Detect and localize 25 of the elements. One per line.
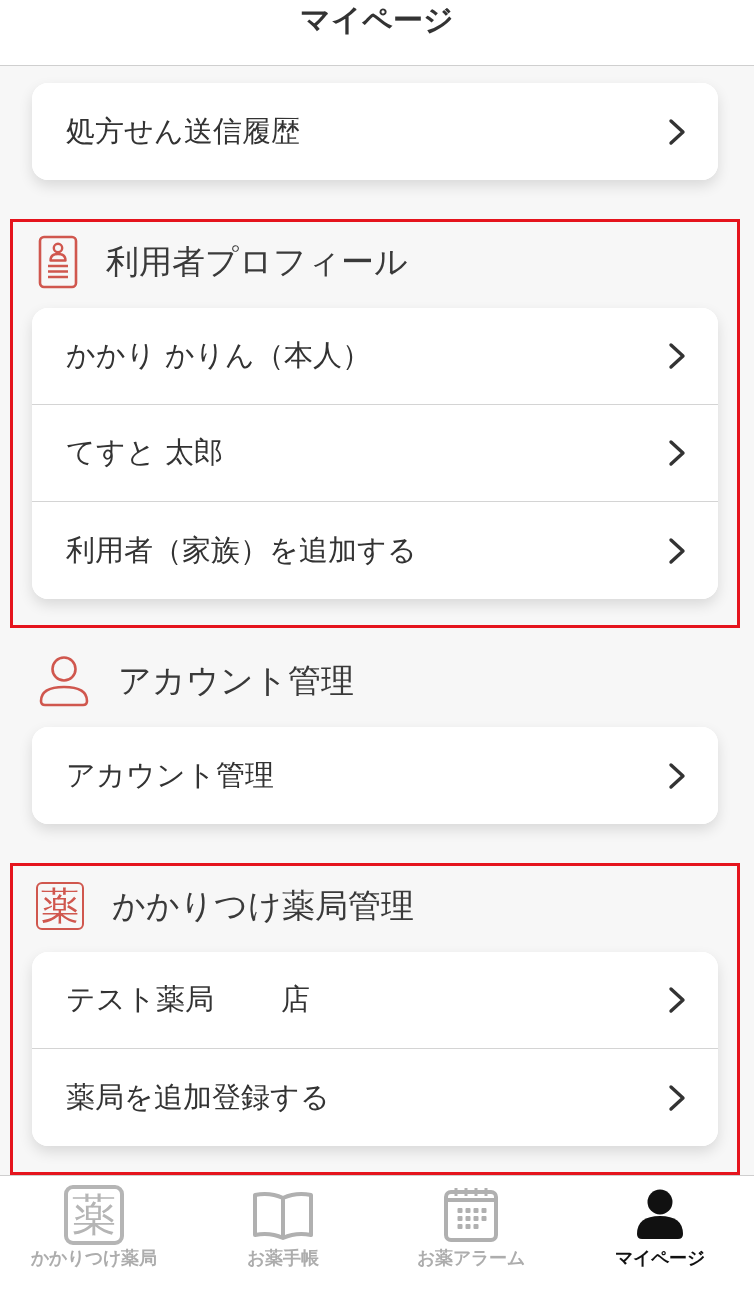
medicine-kanji-icon: 薬 bbox=[36, 882, 84, 930]
tab-item[interactable]: マイページ bbox=[565, 1176, 754, 1305]
menu-item[interactable]: 薬局を追加登録する bbox=[32, 1049, 718, 1146]
menu-item[interactable]: かかり かりん（本人） bbox=[32, 308, 718, 405]
medicine-kanji-icon: 薬 bbox=[64, 1185, 125, 1245]
menu-item[interactable]: てすと 太郎 bbox=[32, 405, 718, 502]
book-icon bbox=[251, 1190, 314, 1240]
chevron-right-icon bbox=[668, 1083, 686, 1112]
person-icon bbox=[38, 655, 90, 707]
menu-item[interactable]: 利用者（家族）を追加する bbox=[32, 502, 718, 599]
chevron-right-icon bbox=[668, 342, 686, 370]
section-title: 利用者プロフィール bbox=[106, 240, 408, 283]
calendar-icon bbox=[442, 1186, 501, 1244]
profile-card-icon bbox=[38, 235, 78, 289]
section-title: アカウント管理 bbox=[118, 659, 354, 702]
chevron-right-icon bbox=[668, 439, 686, 467]
chevron-right-icon bbox=[668, 986, 686, 1014]
menu-item[interactable]: 処方せん送信履歴 bbox=[32, 83, 718, 180]
chevron-right-icon bbox=[668, 536, 686, 565]
chevron-right-icon bbox=[668, 117, 686, 146]
menu-item[interactable]: テスト薬局 店 bbox=[32, 952, 718, 1049]
chevron-right-icon bbox=[668, 761, 686, 790]
menu-item[interactable]: アカウント管理 bbox=[32, 727, 718, 824]
page-title: マイページ bbox=[300, 2, 454, 38]
section-title: かかりつけ薬局管理 bbox=[112, 884, 414, 927]
